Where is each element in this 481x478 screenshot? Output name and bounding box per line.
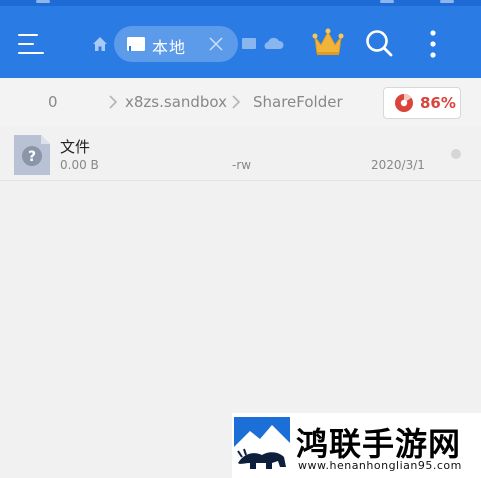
select-checkbox[interactable] [451, 149, 461, 159]
unknown-file-icon: ? [14, 135, 50, 175]
more-icon[interactable] [424, 28, 442, 60]
crown-icon[interactable] [312, 28, 344, 58]
close-icon[interactable] [208, 36, 224, 52]
file-size: 0.00 B [60, 158, 99, 172]
chevron-right-icon [109, 95, 118, 109]
status-indicator [380, 0, 394, 3]
menu-icon-line [18, 52, 44, 54]
status-indicator [36, 0, 50, 3]
storage-usage-badge[interactable]: 86% [383, 87, 461, 119]
home-icon[interactable] [92, 36, 108, 52]
storage-usage-percent: 86% [420, 94, 456, 112]
chevron-right-icon [232, 95, 241, 109]
list-item[interactable]: ? 文件 0.00 B -rw 2020/3/1 [0, 126, 481, 181]
menu-button[interactable] [18, 32, 46, 56]
file-name: 文件 [60, 138, 91, 156]
watermark-logo [234, 417, 290, 473]
breadcrumb: 0 x8zs.sandbox ShareFolder 86% [0, 78, 481, 126]
file-date: 2020/3/1 [371, 158, 425, 172]
svg-text:?: ? [28, 149, 36, 165]
watermark-url: www.henanhonglian95.com [298, 459, 462, 472]
file-permissions: -rw [232, 158, 252, 172]
pie-chart-icon [395, 93, 413, 112]
top-toolbar: 本地 [0, 6, 481, 78]
cloud-icon[interactable] [242, 37, 284, 51]
breadcrumb-item-sandbox[interactable]: x8zs.sandbox [125, 93, 227, 111]
menu-icon [18, 34, 38, 36]
book-icon [127, 37, 145, 51]
menu-icon-line [18, 43, 34, 45]
search-icon[interactable] [364, 28, 394, 58]
breadcrumb-item-root[interactable]: 0 [48, 93, 58, 111]
watermark: 鸿联手游网 www.henanhonglian95.com [232, 413, 481, 478]
breadcrumb-item-sharefolder[interactable]: ShareFolder [253, 93, 343, 111]
tab-local[interactable]: 本地 [114, 26, 238, 62]
tab-local-label: 本地 [152, 38, 187, 57]
status-indicator [440, 0, 454, 3]
